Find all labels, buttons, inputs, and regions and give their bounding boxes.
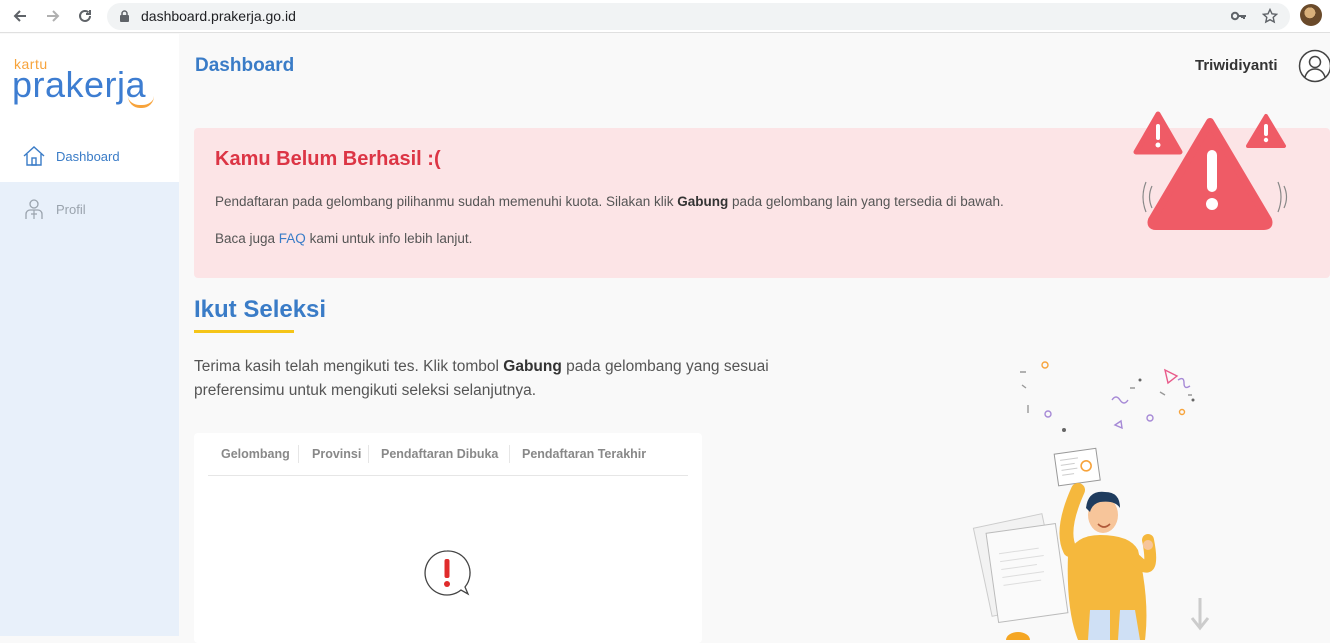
sidebar-item-label: Profil [56, 202, 86, 217]
alert-message: Pendaftaran pada gelombang pilihanmu sud… [215, 194, 1004, 209]
key-icon[interactable] [1231, 10, 1247, 22]
sidebar: kartu prakerja Dashboard Profil [0, 34, 179, 636]
lock-icon [119, 10, 130, 23]
user-name[interactable]: Triwidiyanti [1195, 57, 1278, 74]
section-description-text: Terima kasih telah mengikuti tes. Klik t… [194, 358, 503, 375]
logo[interactable]: kartu prakerja [0, 34, 179, 130]
celebrating-person-illustration [960, 350, 1220, 640]
alert-message-text: Pendaftaran pada gelombang pilihanmu sud… [215, 194, 677, 209]
column-header-gelombang[interactable]: Gelombang [221, 447, 290, 461]
url-text: dashboard.prakerja.go.id [141, 8, 296, 24]
column-divider [368, 445, 369, 463]
sidebar-item-dashboard[interactable]: Dashboard [0, 130, 179, 182]
column-header-pendaftaran-terakhir[interactable]: Pendaftaran Terakhir [522, 447, 646, 461]
address-bar[interactable]: dashboard.prakerja.go.id [107, 3, 1290, 30]
home-icon [22, 144, 46, 168]
sidebar-item-profil[interactable]: Profil [0, 183, 179, 235]
logo-big-text: prakerja [12, 64, 146, 106]
forward-button[interactable] [42, 5, 64, 27]
gelombang-table: Gelombang Provinsi Pendaftaran Dibuka Pe… [194, 433, 702, 643]
alert-faq-note: Baca juga FAQ kami untuk info lebih lanj… [215, 231, 472, 246]
reload-icon [76, 7, 94, 25]
profile-icon [22, 197, 46, 221]
sidebar-item-label: Dashboard [56, 149, 120, 164]
section-title-underline [194, 330, 294, 333]
alert-faq-text: Baca juga [215, 231, 279, 246]
column-header-pendaftaran-dibuka[interactable]: Pendaftaran Dibuka [381, 447, 498, 461]
logo-smile-mark [128, 96, 154, 108]
faq-link[interactable]: FAQ [279, 231, 306, 246]
column-divider [298, 445, 299, 463]
empty-state-alert-icon [422, 548, 472, 598]
section-description-bold: Gabung [503, 358, 562, 375]
user-avatar-icon[interactable] [1298, 49, 1330, 83]
arrow-right-icon [44, 7, 62, 25]
column-divider [509, 445, 510, 463]
alert-message-bold: Gabung [677, 194, 728, 209]
browser-profile-avatar[interactable] [1300, 4, 1322, 26]
arrow-left-icon [11, 7, 29, 25]
star-icon[interactable] [1262, 8, 1278, 24]
section-title: Ikut Seleksi [194, 296, 326, 324]
page-title: Dashboard [195, 55, 294, 77]
reload-button[interactable] [74, 5, 96, 27]
section-description: Terima kasih telah mengikuti tes. Klik t… [194, 355, 834, 403]
table-header-divider [208, 475, 688, 476]
browser-toolbar: dashboard.prakerja.go.id [0, 0, 1330, 33]
back-button[interactable] [9, 5, 31, 27]
warning-illustration-icon [1128, 102, 1298, 242]
alert-message-text: pada gelombang lain yang tersedia di baw… [728, 194, 1003, 209]
alert-title: Kamu Belum Berhasil :( [215, 148, 441, 171]
alert-faq-text: kami untuk info lebih lanjut. [306, 231, 473, 246]
column-header-provinsi[interactable]: Provinsi [312, 447, 361, 461]
